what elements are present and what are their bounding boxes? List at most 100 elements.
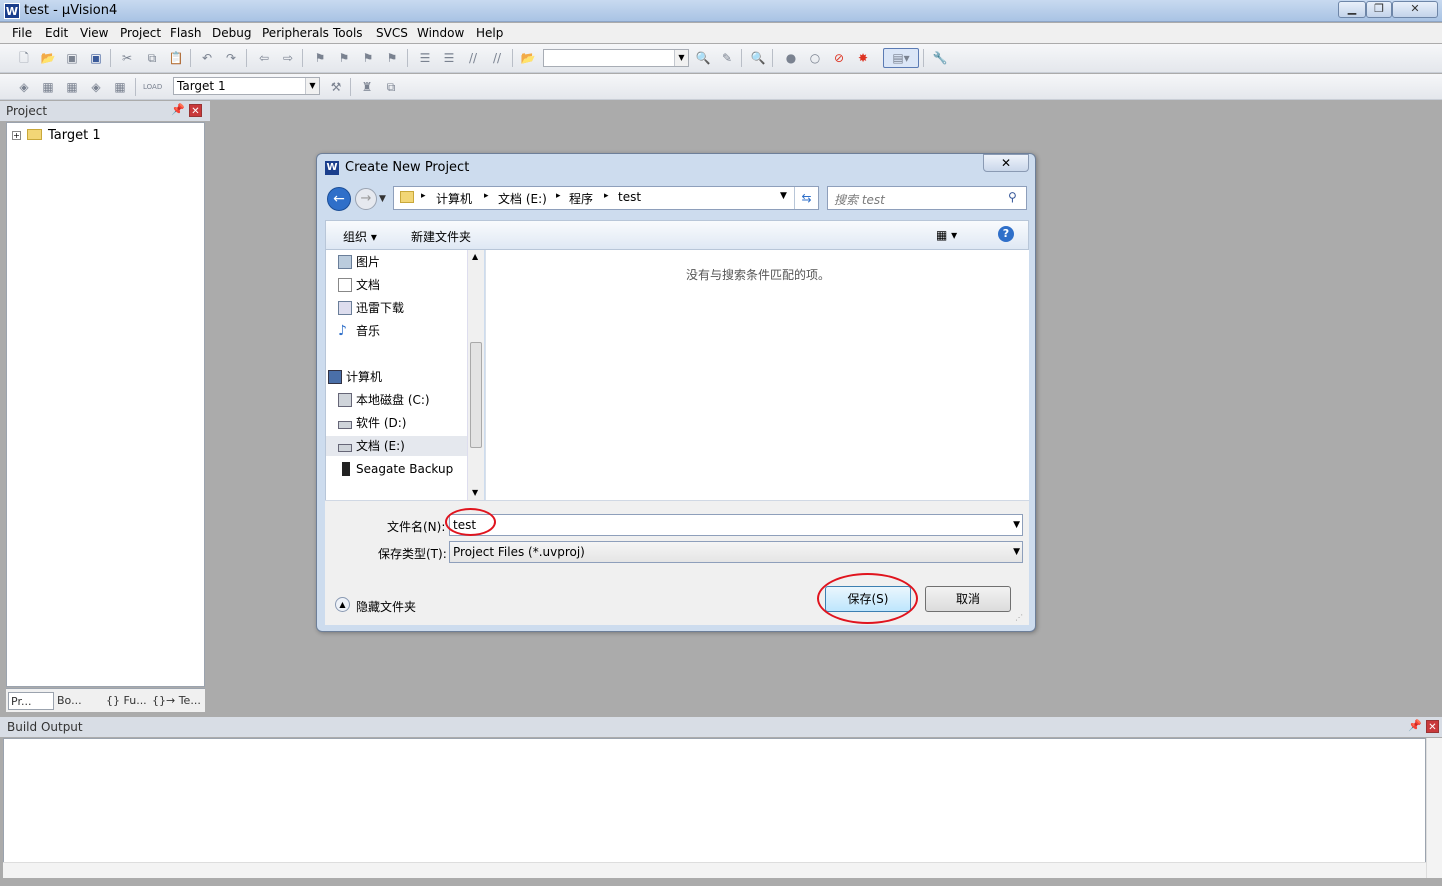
nav-drive-c[interactable]: 本地磁盘 (C:)	[338, 390, 430, 410]
tab-project[interactable]: Pr...	[8, 692, 54, 710]
close-pane-icon[interactable]: ✕	[1426, 720, 1439, 733]
filetype-select[interactable]: Project Files (*.uvproj) ▼	[449, 541, 1023, 563]
menu-window[interactable]: Window	[417, 26, 464, 40]
nav-drive-d[interactable]: 软件 (D:)	[338, 413, 406, 433]
address-bar[interactable]: ▸ 计算机 ▸ 文档 (E:) ▸ 程序 ▸ test ▼ ⇆	[393, 186, 819, 210]
build-output-vscrollbar[interactable]	[1426, 738, 1442, 878]
view-options-icon[interactable]: ▦ ▾	[936, 228, 957, 242]
configure-icon[interactable]: 🔧	[931, 49, 949, 67]
nav-thunder-downloads[interactable]: 迅雷下载	[338, 298, 404, 318]
cancel-button[interactable]: 取消	[925, 586, 1011, 612]
minimize-button[interactable]: ▁	[1338, 1, 1366, 18]
help-icon[interactable]: ?	[998, 226, 1014, 242]
nav-forward-icon[interactable]: ⇨	[279, 49, 297, 67]
indent-icon[interactable]: ☰	[416, 49, 434, 67]
paste-icon[interactable]: 📋	[167, 49, 185, 67]
next-bookmark-icon[interactable]: ⚑	[359, 49, 377, 67]
pin-icon[interactable]: 📌	[171, 103, 185, 116]
filename-input[interactable]: test ▼	[449, 514, 1023, 536]
batch-build-icon[interactable]: ◈	[87, 78, 105, 96]
disable-breakpoint-icon[interactable]: ○	[806, 49, 824, 67]
organize-menu[interactable]: 组织 ▾	[343, 228, 377, 245]
undo-icon[interactable]: ↶	[198, 49, 216, 67]
open-file-icon[interactable]: 📂	[39, 49, 57, 67]
search-input[interactable]: 搜索 test ⚲	[827, 186, 1027, 210]
nav-music[interactable]: ♪ 音乐	[338, 321, 380, 341]
menu-debug[interactable]: Debug	[212, 26, 251, 40]
tab-templates[interactable]: {}→ Te...	[152, 692, 204, 710]
nav-back-icon[interactable]: ⇦	[255, 49, 273, 67]
menu-help[interactable]: Help	[476, 26, 503, 40]
nav-documents[interactable]: 文档	[338, 275, 380, 295]
menu-edit[interactable]: Edit	[45, 26, 68, 40]
scroll-up-icon[interactable]: ▲	[472, 252, 478, 261]
menu-svcs[interactable]: SVCS	[376, 26, 408, 40]
comment-icon[interactable]: //	[464, 49, 482, 67]
target-options-icon[interactable]: ⚒	[327, 78, 345, 96]
address-dropdown-icon[interactable]: ▼	[780, 191, 787, 201]
tree-item-target[interactable]: Target 1	[48, 128, 101, 143]
nav-pictures[interactable]: 图片	[338, 252, 380, 272]
build-output-text[interactable]	[3, 738, 1426, 878]
filetype-dropdown-icon[interactable]: ▼	[1013, 542, 1020, 562]
file-list-area[interactable]: 没有与搜索条件匹配的项。	[485, 250, 1029, 500]
dialog-close-button[interactable]: ✕	[983, 154, 1029, 172]
stop-build-icon[interactable]: ▦	[111, 78, 129, 96]
redo-icon[interactable]: ↷	[222, 49, 240, 67]
find-combo[interactable]: ▼	[543, 49, 689, 67]
nav-drive-e[interactable]: 文档 (E:)	[326, 436, 468, 456]
debug-session-icon[interactable]: 🔍	[749, 49, 767, 67]
window-layout-icon[interactable]: ▤▾	[883, 48, 919, 68]
resize-grip-icon[interactable]: ⋰	[1015, 613, 1023, 622]
restore-button[interactable]: ❐	[1366, 1, 1392, 18]
menu-view[interactable]: View	[80, 26, 108, 40]
save-icon[interactable]: ▣	[63, 49, 81, 67]
manage-multi-project-icon[interactable]: ⧉	[382, 78, 400, 96]
save-all-icon[interactable]: ▣	[87, 49, 105, 67]
breadcrumb-drive[interactable]: 文档 (E:)	[498, 190, 547, 207]
prev-bookmark-icon[interactable]: ⚑	[335, 49, 353, 67]
file-extensions-icon[interactable]: ♜	[358, 78, 376, 96]
collapse-icon[interactable]: ▲	[335, 597, 350, 612]
nav-seagate[interactable]: Seagate Backup	[342, 459, 453, 479]
nav-computer[interactable]: 计算机	[328, 367, 382, 387]
filename-dropdown-icon[interactable]: ▼	[1013, 515, 1020, 535]
breadcrumb-folder[interactable]: 程序	[569, 190, 593, 207]
copy-icon[interactable]: ⧉	[143, 49, 161, 67]
pin-icon[interactable]: 📌	[1408, 719, 1422, 732]
menu-file[interactable]: File	[12, 26, 32, 40]
navigation-scrollbar[interactable]: ▲ ▼	[467, 250, 484, 500]
menu-peripherals[interactable]: Peripherals	[262, 26, 329, 40]
kill-all-breakpoints-icon[interactable]: ✸	[854, 49, 872, 67]
scroll-thumb[interactable]	[470, 342, 482, 448]
close-pane-icon[interactable]: ✕	[189, 104, 202, 117]
target-select[interactable]: Target 1 ▼	[173, 77, 320, 95]
breadcrumb-computer[interactable]: 计算机	[436, 190, 472, 207]
expand-icon[interactable]: +	[12, 131, 21, 140]
build-icon[interactable]: ▦	[39, 78, 57, 96]
new-file-icon[interactable]: 🗋	[15, 49, 33, 67]
scroll-down-icon[interactable]: ▼	[472, 488, 478, 497]
forward-icon[interactable]: →	[355, 188, 377, 210]
build-output-hscrollbar[interactable]	[3, 862, 1426, 878]
unindent-icon[interactable]: ☰	[440, 49, 458, 67]
close-window-button[interactable]: ✕	[1392, 1, 1438, 18]
refresh-icon[interactable]: ⇆	[794, 187, 818, 209]
menu-flash[interactable]: Flash	[170, 26, 201, 40]
recent-locations-icon[interactable]: ▼	[379, 194, 386, 204]
find-in-files-icon[interactable]: 📂	[519, 49, 537, 67]
breakpoint-icon[interactable]: ●	[782, 49, 800, 67]
new-folder-button[interactable]: 新建文件夹	[411, 228, 471, 245]
disable-all-breakpoints-icon[interactable]: ⊘	[830, 49, 848, 67]
bookmark-icon[interactable]: ⚑	[311, 49, 329, 67]
hide-folders-toggle[interactable]: 隐藏文件夹	[356, 598, 416, 615]
menu-tools[interactable]: Tools	[333, 26, 363, 40]
download-icon[interactable]: LOAD	[143, 78, 162, 96]
breadcrumb-current[interactable]: test	[618, 190, 641, 204]
back-icon[interactable]: ←	[327, 187, 351, 211]
clear-bookmarks-icon[interactable]: ⚑	[383, 49, 401, 67]
uncomment-icon[interactable]: //	[488, 49, 506, 67]
incremental-find-icon[interactable]: ✎	[718, 49, 736, 67]
translate-icon[interactable]: ◈	[15, 78, 33, 96]
cut-icon[interactable]: ✂	[118, 49, 136, 67]
